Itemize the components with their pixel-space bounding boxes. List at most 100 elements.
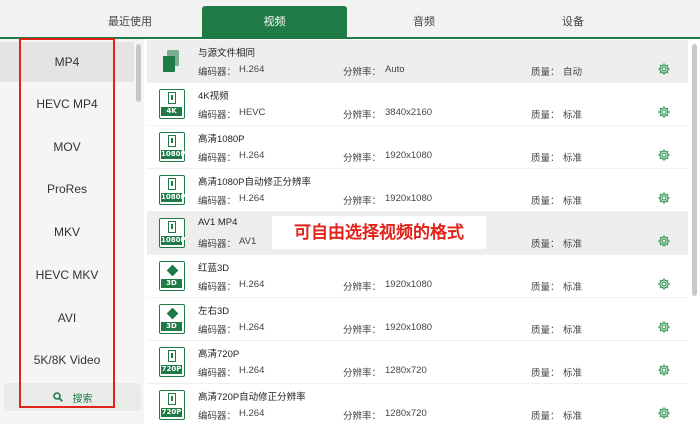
gear-icon[interactable] bbox=[657, 406, 671, 420]
quality-value: 标准 bbox=[563, 196, 583, 207]
sidebar-item-prores[interactable]: ProRes bbox=[0, 169, 134, 209]
search-icon bbox=[52, 392, 63, 402]
encoder-value: H.264 bbox=[239, 279, 265, 290]
encoder-value: H.264 bbox=[239, 193, 265, 204]
encoder-label: 编码器： bbox=[198, 282, 237, 293]
quality-value: 标准 bbox=[563, 368, 583, 379]
quality-value: 标准 bbox=[563, 325, 583, 336]
preset-row[interactable]: 1080P 高清1080P 编码器： H.264 分辨率： 1920x1080 质量： 标准 bbox=[147, 126, 688, 169]
resolution-label: 分辨率： bbox=[343, 67, 382, 78]
gear-icon[interactable] bbox=[657, 105, 671, 119]
preset-list-scrollbar[interactable] bbox=[692, 44, 697, 296]
film-icon: 1080P bbox=[159, 132, 186, 162]
encoder-value: HEVC bbox=[239, 107, 266, 118]
sidebar-item-avi[interactable]: AVI bbox=[0, 298, 134, 338]
sidebar-search-button[interactable]: 搜索 bbox=[4, 383, 141, 411]
quality-label: 质量： bbox=[531, 196, 560, 207]
sidebar-item-mkv[interactable]: MKV bbox=[0, 212, 134, 252]
gear-icon[interactable] bbox=[657, 234, 671, 248]
resolution-label: 分辨率： bbox=[343, 325, 382, 336]
quality-value: 标准 bbox=[563, 411, 583, 422]
encoder-value: H.264 bbox=[239, 322, 265, 333]
encoder-label: 编码器： bbox=[198, 368, 237, 379]
quality-label: 质量： bbox=[531, 110, 560, 121]
encoder-label: 编码器： bbox=[198, 239, 237, 250]
gear-icon[interactable] bbox=[657, 62, 671, 76]
quality-label: 质量： bbox=[531, 153, 560, 164]
encoder-label: 编码器： bbox=[198, 67, 237, 78]
preset-row[interactable]: 4K 4K视频编码器： HEVC 分辨率： 3840x2160 质量： 标准 bbox=[147, 83, 688, 126]
encoder-label: 编码器： bbox=[198, 110, 237, 121]
resolution-label: 分辨率： bbox=[343, 110, 382, 121]
sidebar-item-mov[interactable]: MOV bbox=[0, 127, 134, 167]
preset-name: 与源文件相同 bbox=[198, 48, 256, 59]
resolution-value: 1920x1080 bbox=[385, 322, 433, 333]
preset-name: 高清1080P bbox=[198, 134, 245, 145]
gear-icon[interactable] bbox=[657, 277, 671, 291]
preset-row[interactable]: 3D 红蓝3D 编码器： H.264 分辨率： 1920x1080 质量： 标准 bbox=[147, 255, 688, 298]
preset-name: AV1 MP4 bbox=[198, 217, 238, 228]
preset-row[interactable]: 与源文件相同 编码器： H.264 分辨率： Auto 质量： 自动 bbox=[147, 40, 688, 83]
format-sidebar: MP4 HEVC MP4 MOV ProRes MKV HEVC MKV AVI… bbox=[0, 39, 144, 424]
resolution-label: 分辨率： bbox=[343, 153, 382, 164]
film-icon: 720P bbox=[159, 347, 185, 377]
format-badge: 720P bbox=[161, 408, 182, 417]
tab-recent[interactable]: 最近使用 bbox=[60, 0, 200, 38]
gear-icon[interactable] bbox=[657, 148, 671, 162]
preset-row[interactable]: 1080P 高清1080P自动修正分辨率 编码器： H.264 分辨率： 1920x108… bbox=[147, 169, 688, 212]
preset-name: 红蓝3D bbox=[198, 263, 230, 274]
sidebar-item-5k-8k-video[interactable]: 5K/8K Video bbox=[0, 340, 134, 380]
sidebar-item-hevc-mp4[interactable]: HEVC MP4 bbox=[0, 84, 134, 124]
encoder-value: H.264 bbox=[239, 408, 265, 419]
quality-label: 质量： bbox=[531, 325, 560, 336]
gear-icon[interactable] bbox=[657, 363, 671, 377]
gear-icon[interactable] bbox=[657, 191, 671, 205]
gear-icon[interactable] bbox=[657, 320, 671, 334]
preset-name: 高清1080P自动修正分辨率 bbox=[198, 177, 311, 188]
preset-row[interactable]: 720P 高清720P 编码器： H.264 分辨率： 1280x720 质量： 标准 bbox=[147, 341, 688, 384]
encoder-label: 编码器： bbox=[198, 196, 237, 207]
quality-value: 标准 bbox=[563, 282, 583, 293]
resolution-value: 1920x1080 bbox=[385, 279, 433, 290]
resolution-label: 分辨率： bbox=[343, 368, 382, 379]
resolution-value: 1280x720 bbox=[385, 408, 427, 419]
tab-device[interactable]: 设备 bbox=[503, 0, 643, 38]
film-icon: 1080P bbox=[159, 175, 186, 205]
encoder-value: H.264 bbox=[239, 64, 265, 75]
format-badge: 720P bbox=[161, 365, 182, 374]
same-as-source-icon bbox=[159, 46, 185, 76]
quality-value: 标准 bbox=[563, 110, 583, 121]
encoder-label: 编码器： bbox=[198, 411, 237, 422]
format-tab-bar: 最近使用 视频 音频 设备 bbox=[0, 0, 700, 39]
encoder-value: H.264 bbox=[239, 365, 265, 376]
encoder-value: H.264 bbox=[239, 150, 265, 161]
tab-video[interactable]: 视频 bbox=[202, 6, 347, 39]
preset-row[interactable]: 720P 高清720P自动修正分辨率 编码器： H.264 分辨率： 1280x720 质量… bbox=[147, 384, 688, 424]
cube-icon: 3D bbox=[159, 261, 185, 291]
preset-name: 4K视频 bbox=[198, 91, 229, 102]
quality-value: 标准 bbox=[563, 153, 583, 164]
resolution-value: 1920x1080 bbox=[385, 150, 433, 161]
format-badge: 3D bbox=[161, 322, 182, 331]
search-label: 搜索 bbox=[72, 393, 93, 405]
preset-name: 高清720P bbox=[198, 349, 240, 360]
sidebar-scrollbar[interactable] bbox=[136, 44, 141, 102]
quality-label: 质量： bbox=[531, 282, 560, 293]
resolution-value: Auto bbox=[385, 64, 405, 75]
quality-label: 质量： bbox=[531, 239, 560, 250]
encoder-label: 编码器： bbox=[198, 153, 237, 164]
format-badge: 4K bbox=[161, 107, 182, 116]
format-badge: 3D bbox=[161, 279, 182, 288]
tab-audio[interactable]: 音频 bbox=[354, 0, 494, 38]
format-badge: 1080P bbox=[161, 150, 186, 159]
resolution-label: 分辨率： bbox=[343, 196, 382, 207]
quality-label: 质量： bbox=[531, 67, 560, 78]
quality-label: 质量： bbox=[531, 411, 560, 422]
sidebar-item-mp4[interactable]: MP4 bbox=[0, 42, 134, 82]
film-icon: 720P bbox=[159, 390, 185, 420]
resolution-value: 3840x2160 bbox=[385, 107, 433, 118]
preset-row[interactable]: 3D 左右3D 编码器： H.264 分辨率： 1920x1080 质量： 标准 bbox=[147, 298, 688, 341]
sidebar-item-hevc-mkv[interactable]: HEVC MKV bbox=[0, 255, 134, 295]
resolution-label: 分辨率： bbox=[343, 411, 382, 422]
film-icon: 4K bbox=[159, 89, 185, 119]
